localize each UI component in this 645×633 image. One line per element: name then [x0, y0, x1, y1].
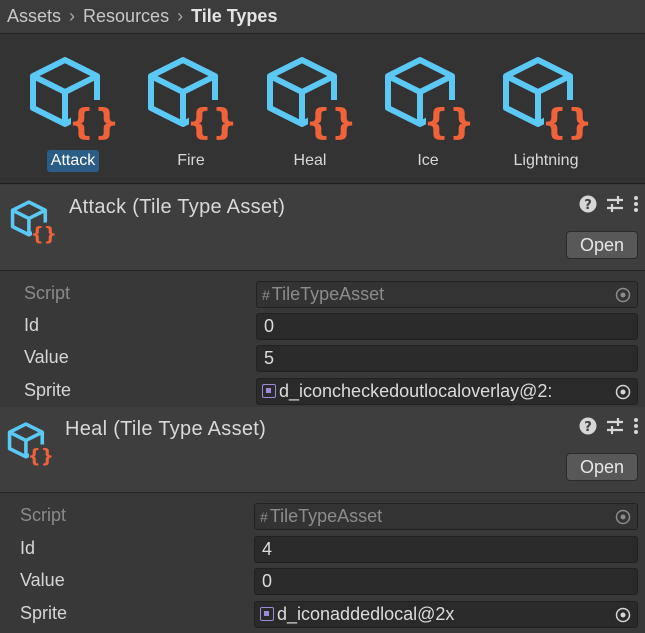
asset-item-heal[interactable]: {} Heal: [255, 54, 365, 174]
object-picker-icon[interactable]: [609, 379, 637, 404]
property-label: Id: [20, 538, 36, 558]
asset-item-ice[interactable]: {} Ice: [373, 54, 483, 174]
breadcrumb: Assets › Resources › Tile Types: [0, 0, 645, 34]
sprite-icon: [260, 607, 274, 621]
svg-text:?: ?: [584, 420, 592, 435]
asset-item-lightning[interactable]: {} Lightning: [491, 54, 601, 174]
scriptable-object-icon: {}: [7, 422, 54, 467]
presets-icon[interactable]: [606, 417, 624, 440]
svg-text:{}: {}: [28, 446, 54, 467]
inspector-properties-heal: Script # TileTypeAsset Id 4 Value 0 Sprit…: [0, 500, 645, 633]
script-hash-icon: #: [262, 287, 270, 303]
asset-item-label: Fire: [177, 152, 205, 169]
inspector-header-attack: {} Attack (Tile Type Asset) ? Open: [0, 185, 645, 271]
more-menu-icon[interactable]: [633, 417, 639, 440]
open-button[interactable]: Open: [566, 231, 638, 259]
chevron-right-icon: ›: [69, 6, 76, 26]
more-menu-icon[interactable]: [633, 195, 639, 218]
property-row-id: Id 0: [0, 310, 645, 342]
scriptable-object-icon: {}: [503, 57, 593, 143]
scriptable-object-icon: {}: [148, 57, 238, 143]
presets-icon[interactable]: [606, 195, 624, 218]
asset-grid: {} Attack {} Fire {} Heal {} Ice {} Ligh…: [0, 34, 645, 184]
property-label: Value: [20, 570, 65, 590]
script-field: # TileTypeAsset: [256, 281, 638, 308]
svg-text:{}: {}: [541, 102, 592, 143]
inspector-header-tools: ?: [579, 417, 639, 440]
object-picker-icon: [609, 504, 637, 529]
inspector-title: Heal (Tile Type Asset): [65, 418, 267, 440]
asset-item-label: Heal: [293, 152, 327, 169]
inspector-properties-attack: Script # TileTypeAsset Id 0 Value 5 Sprit…: [0, 278, 645, 408]
breadcrumb-resources[interactable]: Resources: [83, 6, 169, 27]
inspector-title: Attack (Tile Type Asset): [69, 196, 286, 218]
sprite-value: d_iconcheckedoutlocaloverlay@2:: [279, 381, 553, 401]
asset-item-label: Attack: [46, 150, 100, 172]
property-row-sprite: Sprite d_iconaddedlocal@2x: [0, 598, 645, 630]
svg-text:?: ?: [584, 198, 592, 213]
scriptable-object-icon: {}: [10, 200, 57, 245]
object-picker-icon[interactable]: [609, 602, 637, 627]
sprite-icon: [262, 384, 276, 398]
chevron-right-icon: ›: [177, 6, 184, 26]
scriptable-object-icon: {}: [267, 57, 357, 143]
asset-item-label: Ice: [417, 152, 439, 169]
svg-text:{}: {}: [186, 102, 237, 143]
property-row-value: Value 0: [0, 565, 645, 597]
svg-text:{}: {}: [305, 102, 356, 143]
property-row-script: Script # TileTypeAsset: [0, 500, 645, 532]
value-field[interactable]: 0: [254, 568, 638, 595]
property-label: Value: [24, 347, 69, 367]
sprite-value: d_iconaddedlocal@2x: [277, 604, 455, 624]
property-row-value: Value 5: [0, 342, 645, 374]
help-icon[interactable]: ?: [579, 195, 597, 218]
svg-text:{}: {}: [423, 102, 474, 143]
property-row-script: Script # TileTypeAsset: [0, 278, 645, 310]
property-label: Script: [20, 505, 67, 525]
svg-text:{}: {}: [31, 224, 57, 245]
inspector-header-heal: {} Heal (Tile Type Asset) ? Open: [0, 407, 645, 493]
property-label: Script: [24, 283, 71, 303]
property-row-sprite: Sprite d_iconcheckedoutlocaloverlay@2:: [0, 375, 645, 407]
scriptable-object-icon: {}: [385, 57, 475, 143]
scriptable-object-icon: {}: [30, 57, 120, 143]
sprite-field[interactable]: d_iconaddedlocal@2x: [254, 601, 638, 628]
id-field[interactable]: 4: [254, 536, 638, 563]
breadcrumb-assets[interactable]: Assets: [7, 6, 61, 27]
value-field[interactable]: 5: [256, 345, 638, 372]
asset-item-attack[interactable]: {} Attack: [18, 54, 128, 174]
inspector-header-tools: ?: [579, 195, 639, 218]
sprite-field[interactable]: d_iconcheckedoutlocaloverlay@2:: [256, 378, 638, 405]
property-label: Id: [24, 315, 40, 335]
id-field[interactable]: 0: [256, 313, 638, 340]
help-icon[interactable]: ?: [579, 417, 597, 440]
script-field: # TileTypeAsset: [254, 503, 638, 530]
breadcrumb-current: Tile Types: [191, 6, 278, 26]
asset-item-fire[interactable]: {} Fire: [136, 54, 246, 174]
property-row-id: Id 4: [0, 533, 645, 565]
property-label: Sprite: [20, 603, 68, 623]
script-hash-icon: #: [260, 509, 268, 525]
asset-item-label: Lightning: [513, 152, 579, 169]
script-value: TileTypeAsset: [269, 506, 383, 526]
script-value: TileTypeAsset: [271, 284, 385, 304]
open-button[interactable]: Open: [566, 453, 638, 481]
svg-text:{}: {}: [68, 102, 119, 143]
object-picker-icon: [609, 282, 637, 307]
property-label: Sprite: [24, 380, 72, 400]
